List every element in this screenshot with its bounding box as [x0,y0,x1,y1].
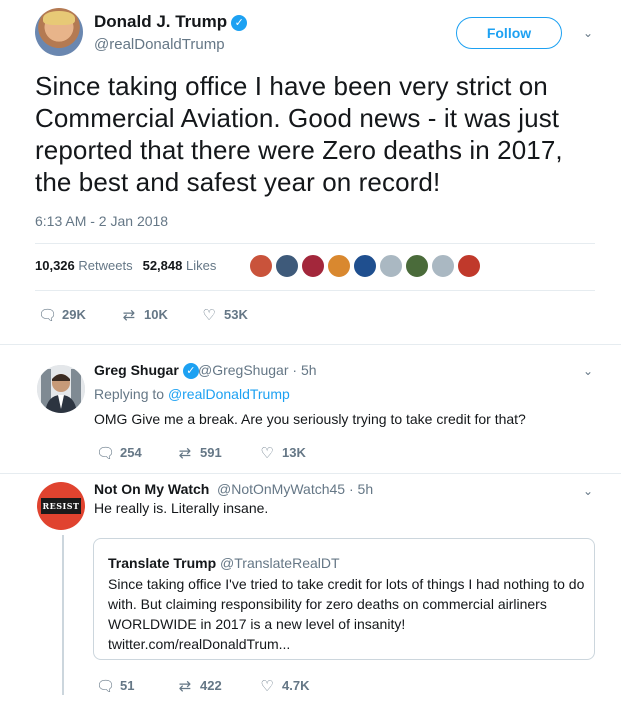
like-button[interactable]: ♡ 13K [258,444,306,462]
reply-meta: @GregShugar · 5h [198,362,317,378]
avatar[interactable] [35,8,83,56]
replying-to-link[interactable]: @realDonaldTrump [168,386,290,402]
heart-icon: ♡ [202,307,216,324]
likes-stat[interactable]: 52,848 Likes [143,258,217,273]
tweet-timestamp[interactable]: 6:13 AM - 2 Jan 2018 [35,213,168,229]
reply-author-handle[interactable]: @GregShugar [198,362,288,378]
retweet-icon: ⇄ [122,307,136,324]
section-divider [0,344,621,345]
retweet-count: 591 [200,445,222,460]
reply-author-handle[interactable]: @NotOnMyWatch45 [217,481,345,497]
avatar[interactable] [37,365,85,413]
reply-icon: 🗨︎ [96,445,116,462]
retweet-button[interactable]: ⇄ 422 [176,677,222,695]
liker-avatar[interactable] [378,253,404,279]
reply-actions: 🗨︎ 254 ⇄ 591 ♡ 13K [96,444,396,462]
quote-author-row: Translate Trump @TranslateRealDT [108,555,340,571]
main-tweet: Donald J. Trump ✓ @realDonaldTrump Follow… [0,0,621,345]
quote-body: Since taking office I've tried to take c… [108,576,585,632]
quote-author-handle: @TranslateRealDT [220,555,340,571]
liker-avatar[interactable] [430,253,456,279]
quote-link[interactable]: twitter.com/realDonaldTrum... [108,634,588,654]
reply-author-name[interactable]: Not On My Watch [94,481,209,497]
liker-avatar[interactable] [456,253,482,279]
reply-icon: 🗨︎ [96,678,116,695]
thread-line [62,535,64,695]
liker-avatar[interactable] [326,253,352,279]
like-count: 53K [224,307,248,322]
retweet-button[interactable]: ⇄ 10K [120,306,168,324]
retweets-label: Retweets [78,258,133,273]
quote-author-name: Translate Trump [108,555,217,571]
liker-avatar[interactable] [352,253,378,279]
reply-author-name[interactable]: Greg Shugar [94,362,179,378]
reply-actions: 🗨︎ 51 ⇄ 422 ♡ 4.7K [96,677,396,695]
heart-icon: ♡ [260,445,274,462]
retweet-count: 10K [144,307,168,322]
reply-time[interactable]: 5h [358,481,374,497]
likes-label: Likes [185,258,217,273]
like-count: 13K [282,445,306,460]
quote-text: Since taking office I've tried to take c… [108,574,588,654]
reply-count: 254 [120,445,142,460]
retweet-button[interactable]: ⇄ 591 [176,444,222,462]
heart-icon: ♡ [260,678,274,695]
like-button[interactable]: ♡ 4.7K [258,677,309,695]
avatar[interactable]: RESIST [37,482,85,530]
reply-button[interactable]: 🗨︎ 51 [96,677,134,695]
chevron-down-icon[interactable]: ⌄ [581,364,595,378]
divider [35,243,595,244]
author-handle[interactable]: @realDonaldTrump [94,36,225,53]
quoted-tweet-card[interactable]: Translate Trump @TranslateRealDT Since t… [93,538,595,660]
avatar-badge: RESIST [41,498,81,514]
reply-author-row[interactable]: Greg Shugar ✓ [94,362,199,379]
verified-badge-icon: ✓ [182,363,199,379]
chevron-down-icon[interactable]: ⌄ [581,484,595,498]
reply-count: 29K [62,307,86,322]
reply-button[interactable]: 🗨︎ 254 [96,444,142,462]
author-name[interactable]: Donald J. Trump [94,12,227,31]
replying-to-prefix: Replying to [94,386,165,402]
reply-time[interactable]: 5h [301,362,317,378]
author-name-row[interactable]: Donald J. Trump ✓ [94,12,248,32]
reply-count: 51 [120,678,135,693]
replying-to: Replying to @realDonaldTrump [94,386,290,402]
reply-text: OMG Give me a break. Are you seriously t… [94,411,526,427]
retweet-icon: ⇄ [178,445,192,462]
chevron-down-icon[interactable]: ⌄ [581,26,595,40]
reply-icon: 🗨︎ [38,307,58,324]
liker-avatar[interactable] [300,253,326,279]
liker-avatar[interactable] [404,253,430,279]
likes-count: 52,848 [142,258,183,273]
tweet-actions: 🗨︎ 29K ⇄ 10K ♡ 53K [38,306,338,324]
like-count: 4.7K [282,678,310,693]
avatar-image [37,365,85,413]
divider [35,290,595,291]
reply-meta: @NotOnMyWatch45 · 5h [217,481,374,497]
liker-avatar[interactable] [248,253,274,279]
retweet-icon: ⇄ [178,678,192,695]
retweets-count: 10,326 [35,258,75,273]
engagement-stats: 10,326 Retweets 52,848 Likes [35,258,216,273]
liker-avatar[interactable] [274,253,300,279]
tweet-text: Since taking office I have been very str… [35,71,563,197]
verified-badge-icon: ✓ [231,15,248,31]
like-button[interactable]: ♡ 53K [200,306,248,324]
retweet-count: 422 [200,678,222,693]
section-divider [0,473,621,474]
follow-button[interactable]: Follow [456,17,562,49]
reply-text: He really is. Literally insane. [94,500,269,516]
retweets-stat[interactable]: 10,326 Retweets [35,258,133,273]
reply-button[interactable]: 🗨︎ 29K [38,306,86,324]
